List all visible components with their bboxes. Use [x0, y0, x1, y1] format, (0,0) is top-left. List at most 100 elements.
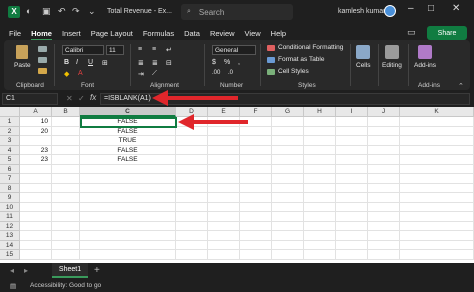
- merge-icon[interactable]: ⊟: [166, 59, 172, 67]
- empty-cell[interactable]: [20, 183, 52, 193]
- empty-cell[interactable]: [52, 212, 80, 222]
- empty-cell[interactable]: [400, 164, 474, 174]
- empty-cell[interactable]: [400, 240, 474, 250]
- empty-cell[interactable]: [176, 174, 208, 184]
- empty-cell[interactable]: [368, 136, 400, 146]
- format-as-table-button[interactable]: Format as Table: [267, 56, 324, 63]
- empty-cell[interactable]: [368, 174, 400, 184]
- empty-cell[interactable]: [52, 221, 80, 231]
- empty-cell[interactable]: [400, 145, 474, 155]
- empty-cell[interactable]: [176, 212, 208, 222]
- empty-cell[interactable]: [336, 250, 368, 260]
- save-icon[interactable]: ▣: [42, 6, 51, 17]
- empty-cell[interactable]: [20, 240, 52, 250]
- empty-cell[interactable]: [176, 145, 208, 155]
- empty-cell[interactable]: [304, 231, 336, 241]
- empty-cell[interactable]: [80, 212, 176, 222]
- cell-a5[interactable]: 23: [20, 155, 52, 165]
- editing-button[interactable]: Editing: [382, 45, 402, 69]
- empty-cell[interactable]: [304, 212, 336, 222]
- row-header[interactable]: 4: [0, 145, 20, 155]
- empty-cell[interactable]: [20, 193, 52, 203]
- empty-cell[interactable]: [336, 202, 368, 212]
- cancel-icon[interactable]: ✕: [66, 94, 73, 103]
- empty-cell[interactable]: [208, 164, 240, 174]
- empty-cell[interactable]: [176, 155, 208, 165]
- empty-cell[interactable]: [208, 202, 240, 212]
- empty-cell[interactable]: [336, 212, 368, 222]
- tab-file[interactable]: File: [4, 29, 26, 38]
- accessibility-status[interactable]: Accessibility: Good to go: [30, 282, 101, 289]
- empty-cell[interactable]: [400, 136, 474, 146]
- empty-cell[interactable]: [304, 183, 336, 193]
- number-format-select[interactable]: General: [212, 45, 256, 55]
- row-header[interactable]: 10: [0, 202, 20, 212]
- empty-cell[interactable]: [52, 155, 80, 165]
- empty-cell[interactable]: [80, 202, 176, 212]
- empty-cell[interactable]: [240, 155, 272, 165]
- empty-cell[interactable]: [272, 221, 304, 231]
- autosave-toggle-icon[interactable]: ◐: [26, 6, 31, 16]
- empty-cell[interactable]: [208, 155, 240, 165]
- empty-cell[interactable]: [400, 231, 474, 241]
- maximize-icon[interactable]: □: [428, 3, 434, 14]
- empty-cell[interactable]: [400, 250, 474, 260]
- empty-cell[interactable]: [336, 145, 368, 155]
- row-header[interactable]: 14: [0, 240, 20, 250]
- empty-cell[interactable]: [208, 193, 240, 203]
- cell-c5[interactable]: FALSE: [80, 155, 176, 165]
- empty-cell[interactable]: [20, 231, 52, 241]
- empty-cell[interactable]: [368, 126, 400, 136]
- empty-cell[interactable]: [336, 240, 368, 250]
- empty-cell[interactable]: [304, 250, 336, 260]
- empty-cell[interactable]: [336, 183, 368, 193]
- paste-button[interactable]: Paste: [14, 62, 31, 69]
- empty-cell[interactable]: [208, 212, 240, 222]
- empty-cell[interactable]: [52, 240, 80, 250]
- indent-icon[interactable]: ⇥: [138, 70, 144, 78]
- empty-cell[interactable]: [368, 117, 400, 127]
- empty-cell[interactable]: [368, 202, 400, 212]
- row-header[interactable]: 5: [0, 155, 20, 165]
- empty-cell[interactable]: [80, 221, 176, 231]
- next-sheet-icon[interactable]: ▸: [24, 266, 28, 275]
- column-header-j[interactable]: J: [368, 107, 400, 117]
- row-header[interactable]: 15: [0, 250, 20, 260]
- empty-cell[interactable]: [336, 221, 368, 231]
- empty-cell[interactable]: [176, 240, 208, 250]
- empty-cell[interactable]: [400, 221, 474, 231]
- empty-cell[interactable]: [208, 136, 240, 146]
- italic-button[interactable]: I: [76, 59, 78, 66]
- row-header[interactable]: 3: [0, 136, 20, 146]
- empty-cell[interactable]: [52, 183, 80, 193]
- cell-a1[interactable]: 10: [20, 117, 52, 127]
- empty-cell[interactable]: [400, 202, 474, 212]
- column-header-h[interactable]: H: [304, 107, 336, 117]
- empty-cell[interactable]: [80, 240, 176, 250]
- increase-decimal-icon[interactable]: .00: [212, 70, 220, 76]
- empty-cell[interactable]: [336, 136, 368, 146]
- empty-cell[interactable]: [240, 231, 272, 241]
- row-header[interactable]: 12: [0, 221, 20, 231]
- empty-cell[interactable]: [368, 183, 400, 193]
- column-header-k[interactable]: K: [400, 107, 474, 117]
- empty-cell[interactable]: [304, 202, 336, 212]
- empty-cell[interactable]: [272, 193, 304, 203]
- empty-cell[interactable]: [240, 221, 272, 231]
- empty-cell[interactable]: [80, 164, 176, 174]
- empty-cell[interactable]: [336, 174, 368, 184]
- collapse-ribbon-icon[interactable]: ⌃: [458, 82, 464, 90]
- share-button[interactable]: Share: [427, 26, 467, 40]
- empty-cell[interactable]: [208, 174, 240, 184]
- align-center-icon[interactable]: ≣: [152, 59, 158, 67]
- empty-cell[interactable]: [240, 183, 272, 193]
- row-header[interactable]: 13: [0, 231, 20, 241]
- empty-cell[interactable]: [368, 221, 400, 231]
- user-name[interactable]: kamlesh kumar: [338, 8, 385, 15]
- wrap-text-icon[interactable]: ↵: [166, 46, 172, 54]
- empty-cell[interactable]: [400, 193, 474, 203]
- add-sheet-button[interactable]: +: [94, 265, 100, 276]
- empty-cell[interactable]: [304, 221, 336, 231]
- empty-cell[interactable]: [272, 183, 304, 193]
- empty-cell[interactable]: [368, 155, 400, 165]
